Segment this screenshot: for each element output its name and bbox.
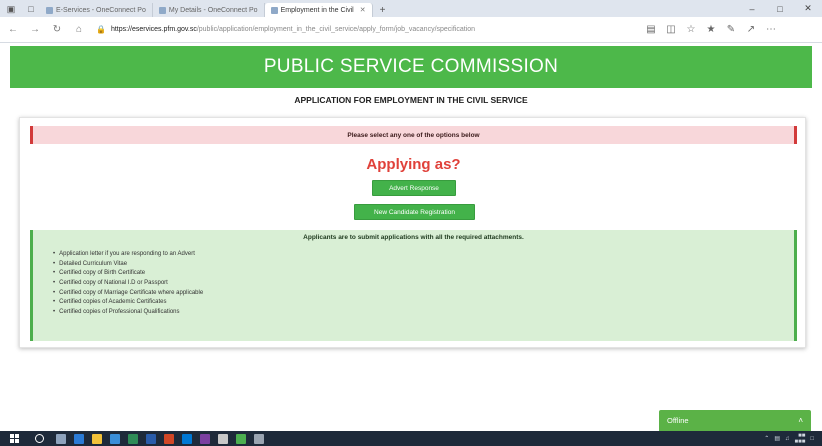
window-controls: – □ ✕ xyxy=(738,0,822,17)
word-icon[interactable] xyxy=(146,433,156,444)
page-subtitle: APPLICATION FOR EMPLOYMENT IN THE CIVIL … xyxy=(294,95,528,105)
refresh-icon[interactable]: ↻ xyxy=(48,24,66,35)
notifications-icon[interactable]: □ xyxy=(810,436,814,442)
favorites-hub-icon[interactable]: ★ xyxy=(701,24,721,35)
offline-label: Offline xyxy=(667,416,689,425)
tab-title: My Details - OneConnect Po xyxy=(168,6,258,14)
url-host: https://eservices.pfm.gov.sc xyxy=(110,26,197,33)
advert-response-button[interactable]: Advert Response xyxy=(372,180,456,196)
browser-tab[interactable]: My Details - OneConnect Po xyxy=(153,3,265,17)
page-title: PUBLIC SERVICE COMMISSION xyxy=(263,56,559,77)
list-item: Certified copies of Academic Certificate… xyxy=(53,298,203,308)
applying-as-heading: Applying as? xyxy=(366,156,461,173)
volume-icon[interactable]: ♫ xyxy=(785,436,790,442)
list-item: Certified copy of Marriage Certificate w… xyxy=(53,289,203,299)
notes-pen-icon[interactable]: ✎ xyxy=(721,24,741,35)
maximize-button[interactable]: □ xyxy=(766,4,794,14)
excel-icon[interactable] xyxy=(128,433,138,444)
minimize-button[interactable]: – xyxy=(738,4,766,14)
tab-favicon-icon xyxy=(158,6,166,14)
chevron-up-icon[interactable]: ˄ xyxy=(798,416,803,425)
snipping-tool-icon[interactable] xyxy=(254,433,264,444)
app-icon[interactable] xyxy=(236,433,246,444)
requirements-title: Applicants are to submit applications wi… xyxy=(303,234,524,241)
requirements-list: Application letter if you are responding… xyxy=(53,250,203,318)
file-explorer-icon[interactable] xyxy=(92,433,102,444)
tab-title: E-Services - OneConnect Po xyxy=(56,6,146,14)
reading-view-icon[interactable]: ▤ xyxy=(641,24,661,35)
favorite-star-icon[interactable]: ☆ xyxy=(681,24,701,35)
network-icon[interactable]: ▤ xyxy=(774,435,780,442)
windows-start-icon[interactable] xyxy=(10,434,19,443)
windows-taskbar: ⌃ ▤ ♫ ■■ ■■■ □ xyxy=(0,431,822,446)
requirements-panel: Applicants are to submit applications wi… xyxy=(30,230,797,341)
browser-tab-active[interactable]: Employment in the Civil ✕ xyxy=(264,3,373,17)
forward-arrow-icon[interactable]: → xyxy=(26,24,44,35)
offline-chat-widget[interactable]: Offline ˄ xyxy=(659,410,811,431)
store-icon[interactable] xyxy=(110,433,120,444)
share-icon[interactable]: ↗ xyxy=(741,24,761,35)
new-candidate-registration-button[interactable]: New Candidate Registration xyxy=(354,204,475,220)
onenote-icon[interactable] xyxy=(200,433,210,444)
browser-tab-bar: ▣ □ E-Services - OneConnect Po My Detail… xyxy=(0,0,822,17)
more-menu-icon[interactable]: ⋯ xyxy=(761,24,781,35)
lock-icon: 🔒 xyxy=(96,25,106,34)
url-path: /public/application/employment_in_the_ci… xyxy=(196,26,476,33)
task-view-icon[interactable] xyxy=(56,433,66,444)
url-input[interactable]: 🔒 https://eservices.pfm.gov.sc /public/a… xyxy=(96,21,641,39)
tab-favicon-icon xyxy=(46,6,53,14)
tray-chevron-icon[interactable]: ⌃ xyxy=(764,435,769,442)
system-tray: ⌃ ▤ ♫ ■■ ■■■ □ xyxy=(764,433,822,445)
tab-favicon-icon xyxy=(270,6,278,14)
tab-close-icon[interactable]: ✕ xyxy=(360,6,366,14)
tab-title: Employment in the Civil xyxy=(280,6,354,14)
powerpoint-icon[interactable] xyxy=(164,433,174,444)
browser-address-bar: ← → ↻ ⌂ 🔒 https://eservices.pfm.gov.sc /… xyxy=(0,17,822,43)
list-item: Certified copy of National I.D or Passpo… xyxy=(53,279,203,289)
app-icon[interactable] xyxy=(218,433,228,444)
browser-tab[interactable]: E-Services - OneConnect Po xyxy=(40,3,153,17)
application-card: Please select any one of the options bel… xyxy=(19,117,806,348)
home-icon[interactable]: ⌂ xyxy=(70,24,88,35)
search-icon[interactable] xyxy=(35,434,44,443)
tab-actions-icon[interactable]: □ xyxy=(24,3,38,15)
window-menu-icon[interactable]: ▣ xyxy=(4,3,18,15)
close-window-button[interactable]: ✕ xyxy=(794,3,822,14)
page-header: PUBLIC SERVICE COMMISSION xyxy=(10,46,812,88)
edge-browser-icon[interactable] xyxy=(74,433,84,444)
new-tab-button[interactable]: + xyxy=(373,3,393,17)
split-view-icon[interactable]: ◫ xyxy=(661,24,681,35)
selection-alert: Please select any one of the options bel… xyxy=(30,126,797,144)
outlook-icon[interactable] xyxy=(182,433,192,444)
clock[interactable]: ■■ ■■■ xyxy=(795,433,806,445)
list-item: Certified copy of Birth Certificate xyxy=(53,269,203,279)
list-item: Certified copies of Professional Qualifi… xyxy=(53,308,203,318)
alert-text: Please select any one of the options bel… xyxy=(347,131,480,139)
screen: ▣ □ E-Services - OneConnect Po My Detail… xyxy=(0,0,822,446)
back-arrow-icon[interactable]: ← xyxy=(4,24,22,35)
list-item: Application letter if you are responding… xyxy=(53,250,203,260)
list-item: Detailed Curriculum Vitae xyxy=(53,260,203,270)
